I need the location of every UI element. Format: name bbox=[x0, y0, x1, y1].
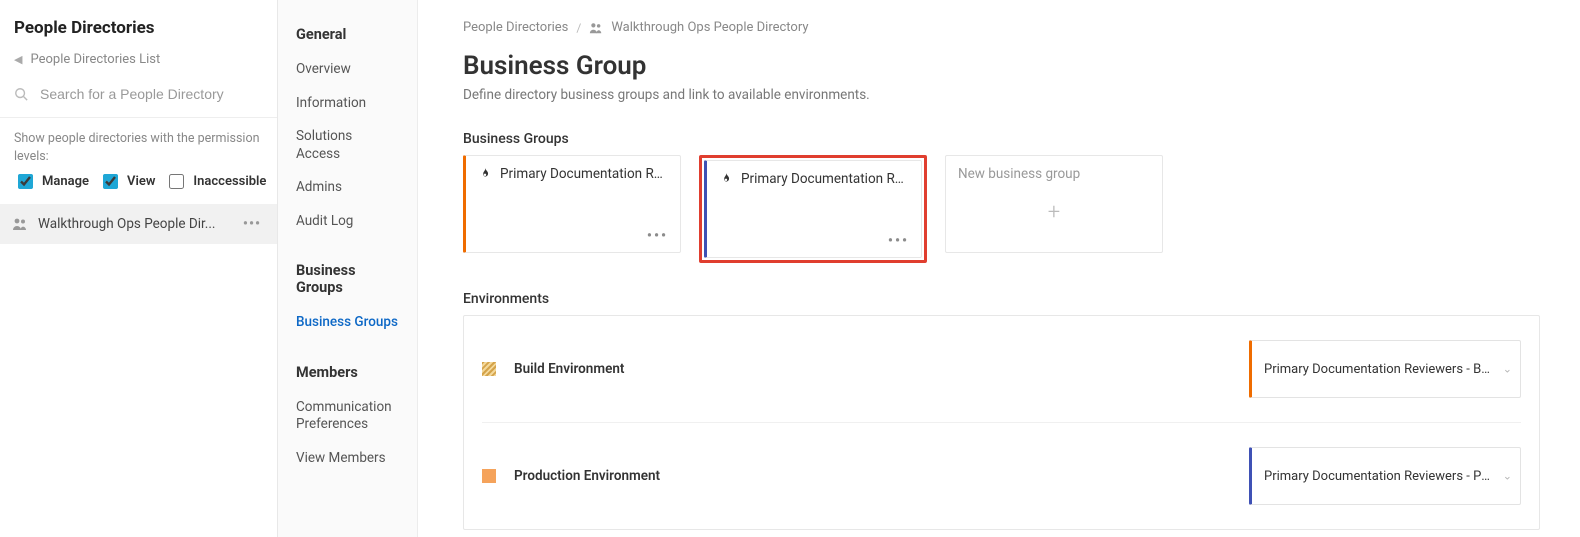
environment-swatch-icon bbox=[482, 469, 496, 483]
checkbox-manage-input[interactable] bbox=[18, 174, 33, 189]
nav-item-view-members[interactable]: View Members bbox=[278, 442, 417, 476]
filter-row: Manage View Inaccessible bbox=[0, 171, 277, 204]
flame-icon bbox=[719, 172, 733, 186]
directory-more-icon[interactable]: ••• bbox=[239, 214, 265, 234]
nav-item-communication-preferences[interactable]: Communication Preferences bbox=[278, 391, 417, 442]
environment-name: Build Environment bbox=[514, 361, 1231, 377]
nav-item-business-groups[interactable]: Business Groups bbox=[278, 306, 417, 340]
nav-item-solutions-access[interactable]: Solutions Access bbox=[278, 120, 417, 171]
checkbox-view[interactable]: View bbox=[99, 171, 155, 192]
environment-name: Production Environment bbox=[514, 468, 1231, 484]
environment-select[interactable]: Primary Documentation Reviewers - BUILD … bbox=[1249, 340, 1521, 398]
new-business-group-label: New business group bbox=[958, 166, 1150, 182]
environment-swatch-icon bbox=[482, 362, 496, 376]
nav-section-general: General bbox=[278, 22, 417, 53]
nav-item-audit-log[interactable]: Audit Log bbox=[278, 205, 417, 239]
business-group-cards: Primary Documentation Re... ••• Primary … bbox=[463, 155, 1540, 263]
people-icon bbox=[589, 21, 603, 35]
page-title: Business Group bbox=[463, 51, 1540, 81]
environment-select[interactable]: Primary Documentation Reviewers - PROD ⌄ bbox=[1249, 447, 1521, 505]
breadcrumb: People Directories / Walkthrough Ops Peo… bbox=[463, 20, 1540, 35]
business-group-card[interactable]: Primary Documentation Re... ••• bbox=[704, 160, 922, 258]
checkbox-inaccessible-input[interactable] bbox=[169, 174, 184, 189]
main-content: People Directories / Walkthrough Ops Peo… bbox=[418, 0, 1580, 537]
business-group-card-label: Primary Documentation Re... bbox=[500, 166, 668, 182]
nav-item-admins[interactable]: Admins bbox=[278, 171, 417, 205]
card-more-icon[interactable]: ••• bbox=[647, 228, 668, 244]
nav-item-overview[interactable]: Overview bbox=[278, 53, 417, 87]
business-group-card-label: Primary Documentation Re... bbox=[741, 171, 909, 187]
directory-name: Walkthrough Ops People Dir... bbox=[38, 216, 229, 232]
nav-section-members: Members bbox=[278, 340, 417, 391]
back-to-list-link[interactable]: ◀ People Directories List bbox=[0, 44, 277, 75]
environment-select-value: Primary Documentation Reviewers - BUILD bbox=[1264, 362, 1496, 377]
environments-label: Environments bbox=[463, 291, 1540, 307]
chevron-down-icon: ⌄ bbox=[1503, 470, 1512, 483]
card-more-icon[interactable]: ••• bbox=[888, 233, 909, 249]
nav-item-information[interactable]: Information bbox=[278, 87, 417, 121]
new-business-group-card[interactable]: New business group + bbox=[945, 155, 1163, 253]
chevron-down-icon: ⌄ bbox=[1503, 363, 1512, 376]
nav-panel: General Overview Information Solutions A… bbox=[278, 0, 418, 537]
flame-icon bbox=[478, 167, 492, 181]
plus-icon: + bbox=[958, 182, 1150, 242]
directory-row-selected[interactable]: Walkthrough Ops People Dir... ••• bbox=[0, 204, 277, 244]
breadcrumb-root[interactable]: People Directories bbox=[463, 20, 568, 35]
checkbox-view-input[interactable] bbox=[103, 174, 118, 189]
highlighted-card: Primary Documentation Re... ••• bbox=[699, 155, 927, 263]
checkbox-inaccessible[interactable]: Inaccessible bbox=[165, 171, 266, 192]
filter-label: Show people directories with the permiss… bbox=[0, 118, 277, 171]
checkbox-manage[interactable]: Manage bbox=[14, 171, 89, 192]
environments-box: Build Environment Primary Documentation … bbox=[463, 315, 1540, 530]
left-panel: People Directories ◀ People Directories … bbox=[0, 0, 278, 537]
environment-row: Production Environment Primary Documenta… bbox=[482, 422, 1521, 529]
checkbox-view-label: View bbox=[127, 174, 155, 189]
checkbox-manage-label: Manage bbox=[42, 174, 89, 189]
page-subtitle: Define directory business groups and lin… bbox=[463, 87, 1540, 103]
back-label: People Directories List bbox=[30, 52, 160, 67]
environment-select-value: Primary Documentation Reviewers - PROD bbox=[1264, 469, 1496, 484]
search-input[interactable] bbox=[38, 85, 263, 103]
business-group-card[interactable]: Primary Documentation Re... ••• bbox=[463, 155, 681, 253]
breadcrumb-separator-icon: / bbox=[576, 21, 581, 35]
search-row bbox=[0, 75, 277, 118]
nav-section-business-groups: Business Groups bbox=[278, 238, 417, 306]
breadcrumb-current: Walkthrough Ops People Directory bbox=[611, 20, 808, 35]
checkbox-inaccessible-label: Inaccessible bbox=[193, 174, 266, 189]
business-groups-label: Business Groups bbox=[463, 131, 1540, 147]
left-panel-title: People Directories bbox=[0, 0, 277, 44]
people-icon bbox=[12, 216, 28, 232]
chevron-left-icon: ◀ bbox=[14, 53, 22, 66]
environment-row: Build Environment Primary Documentation … bbox=[482, 316, 1521, 422]
search-icon bbox=[14, 87, 28, 101]
